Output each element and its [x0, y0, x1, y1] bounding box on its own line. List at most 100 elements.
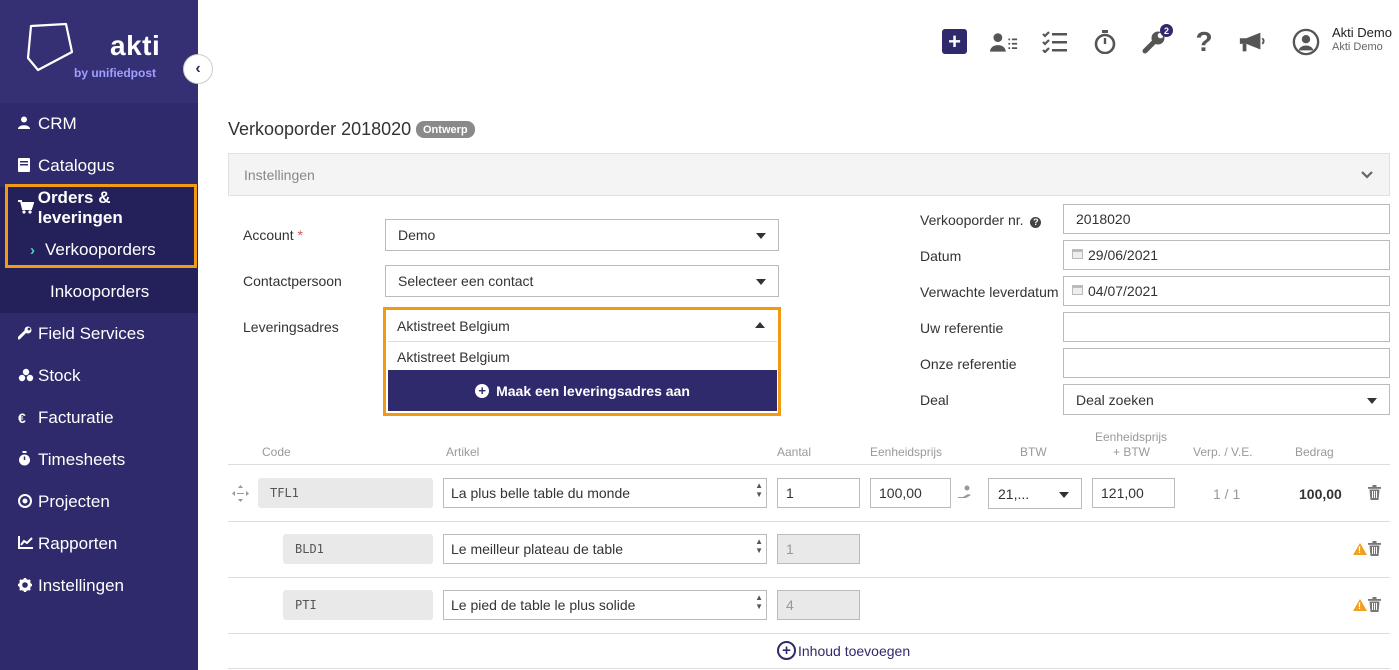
add-button[interactable]: +	[942, 29, 967, 54]
address-select[interactable]: Aktistreet Belgium	[388, 310, 777, 342]
contact-select[interactable]: Selecteer een contact	[385, 265, 779, 297]
boxes-icon	[18, 368, 38, 385]
trash-icon[interactable]	[1368, 485, 1381, 503]
sidebar-item-label: CRM	[38, 114, 77, 133]
deal-label: Deal	[920, 392, 949, 408]
date-value: 29/06/2021	[1088, 247, 1159, 263]
article-input[interactable]: Le meilleur plateau de table ▲ ▼	[443, 534, 767, 564]
col-code: Code	[262, 445, 291, 459]
calendar-icon	[1072, 284, 1083, 298]
sidebar-item-inkooporders[interactable]: Inkooporders	[0, 271, 198, 313]
warning-icon[interactable]: !	[1353, 599, 1367, 611]
unit-price-input[interactable]: 100,00	[870, 478, 951, 508]
gear-icon	[18, 577, 38, 595]
contacts-list-icon[interactable]	[990, 28, 1018, 56]
required-marker: *	[297, 227, 303, 243]
divider	[228, 577, 1390, 578]
address-option[interactable]: Aktistreet Belgium	[388, 343, 777, 370]
task-list-icon[interactable]	[1041, 28, 1069, 56]
sidebar-item-projecten[interactable]: Projecten	[0, 481, 198, 523]
vat-value: 21,...	[998, 485, 1030, 502]
megaphone-icon[interactable]	[1238, 28, 1266, 56]
sidebar-item-label: Inkooporders	[50, 282, 150, 301]
stopwatch-icon[interactable]	[1091, 28, 1119, 56]
trash-icon[interactable]	[1368, 597, 1381, 615]
user-name[interactable]: Akti Demo	[1332, 25, 1392, 40]
sidebar-item-timesheets[interactable]: Timesheets	[0, 439, 198, 481]
your-reference-input[interactable]	[1063, 312, 1390, 342]
deal-select[interactable]: Deal zoeken	[1063, 384, 1390, 415]
code-cell[interactable]: BLD1	[283, 534, 433, 564]
euro-icon: €	[18, 410, 26, 426]
warning-icon[interactable]: !	[1353, 543, 1367, 555]
sidebar-item-rapporten[interactable]: Rapporten	[0, 523, 198, 565]
qty-input[interactable]: 1	[777, 478, 860, 508]
add-content-button[interactable]: + Inhoud toevoegen	[777, 641, 910, 660]
account-value: Demo	[398, 227, 436, 243]
account-select[interactable]: Demo	[385, 219, 779, 251]
your-reference-label: Uw referentie	[920, 320, 1004, 336]
article-value: Le meilleur plateau de table	[451, 541, 624, 557]
brand-sub: by unifiedpost	[74, 66, 156, 80]
sidebar-item-stock[interactable]: Stock	[0, 355, 198, 397]
vat-select[interactable]: 21,...	[988, 478, 1082, 509]
qty-input[interactable]: 1	[777, 534, 860, 564]
col-unit-price-vat-1: Eenheidsprijs	[1095, 430, 1168, 444]
col-pack: Verp. / V.E.	[1193, 445, 1253, 459]
col-qty: Aantal	[777, 445, 812, 459]
spinner-icon[interactable]: ▲ ▼	[755, 593, 763, 611]
article-input[interactable]: Le pied de table le plus solide ▲ ▼	[443, 590, 767, 620]
sidebar-item-crm[interactable]: CRM	[0, 103, 198, 145]
spinner-icon[interactable]: ▲ ▼	[755, 537, 763, 555]
article-input[interactable]: La plus belle table du monde ▲ ▼	[443, 478, 767, 508]
sidebar-item-catalogus[interactable]: Catalogus	[0, 145, 198, 187]
create-address-button[interactable]: + Maak een leveringsadres aan	[388, 370, 777, 411]
drag-handle-icon[interactable]	[232, 485, 249, 505]
account-label-text: Account	[243, 227, 294, 243]
settings-panel-toggle[interactable]: Instellingen	[228, 153, 1390, 196]
notification-badge: 2	[1160, 24, 1173, 37]
date-input[interactable]: 29/06/2021	[1063, 240, 1390, 270]
avatar[interactable]	[1292, 28, 1320, 56]
brand-name[interactable]: akti	[110, 30, 160, 62]
col-unit-price: Eenheidsprijs	[870, 445, 943, 459]
trash-icon[interactable]	[1368, 541, 1381, 559]
target-icon	[18, 493, 38, 511]
help-icon[interactable]: ?	[1190, 26, 1218, 57]
order-nr-label-text: Verkooporder nr.	[920, 212, 1024, 228]
account-label: Account *	[243, 227, 303, 243]
price-hand-icon[interactable]	[957, 484, 973, 503]
divider	[228, 521, 1390, 522]
chevron-left-icon: ‹	[195, 60, 201, 77]
pack-value: 1 / 1	[1213, 486, 1241, 502]
divider	[228, 464, 1390, 465]
chart-icon	[18, 536, 38, 552]
unit-price-vat-input[interactable]: 121,00	[1092, 478, 1175, 508]
calendar-icon	[1072, 248, 1083, 262]
col-unit-price-vat-2: + BTW	[1113, 445, 1151, 459]
spinner-icon[interactable]: ▲ ▼	[755, 481, 763, 499]
our-reference-label: Onze referentie	[920, 356, 1017, 372]
address-label: Leveringsadres	[243, 319, 339, 335]
delivery-date-input[interactable]: 04/07/2021	[1063, 276, 1390, 306]
contact-label: Contactpersoon	[243, 273, 342, 289]
qty-input[interactable]: 4	[777, 590, 860, 620]
collapse-sidebar-button[interactable]: ‹	[183, 54, 213, 84]
sidebar-item-field-services[interactable]: Field Services	[0, 313, 198, 355]
sidebar-item-instellingen[interactable]: Instellingen	[0, 565, 198, 607]
sidebar-item-label: Timesheets	[38, 450, 126, 469]
col-article: Artikel	[446, 445, 480, 459]
sidebar-item-facturatie[interactable]: € Facturatie	[0, 397, 198, 439]
sidebar-item-label: Stock	[38, 366, 81, 385]
delivery-date-value: 04/07/2021	[1088, 283, 1159, 299]
sidebar-item-label: Facturatie	[38, 408, 114, 427]
order-nr-input[interactable]: 2018020	[1063, 204, 1390, 234]
user-company: Akti Demo	[1332, 41, 1383, 53]
delivery-date-label: Verwachte leverdatum	[920, 284, 1059, 300]
our-reference-input[interactable]	[1063, 348, 1390, 378]
sidebar-item-label: Field Services	[38, 324, 145, 343]
code-cell[interactable]: PTI	[283, 590, 433, 620]
help-circle-icon[interactable]: ?	[1030, 216, 1042, 228]
code-cell[interactable]: TFL1	[258, 478, 433, 508]
plus-circle-icon: +	[777, 641, 796, 660]
